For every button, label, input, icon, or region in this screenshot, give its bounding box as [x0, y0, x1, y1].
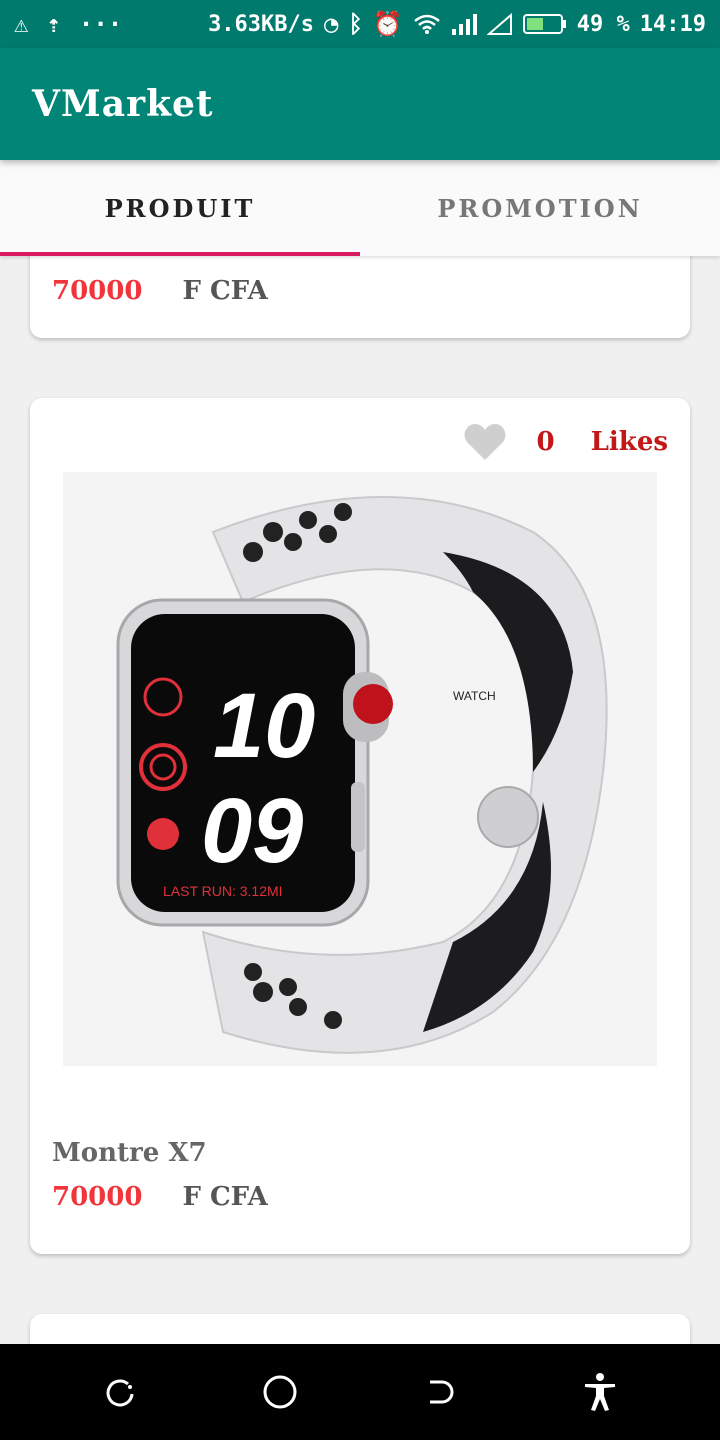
recent-apps-icon: [106, 1379, 134, 1407]
recent-apps-button[interactable]: [98, 1370, 142, 1414]
upload-icon: ⇡: [46, 10, 61, 38]
watch-minute-text: 09: [201, 780, 303, 882]
status-left-icons: ⚠ ⇡ ···: [14, 12, 122, 36]
likes-row: 0 Likes: [463, 422, 668, 462]
price-currency: F CFA: [182, 276, 268, 306]
signal-bars-icon: [451, 14, 477, 35]
battery-icon: [522, 14, 566, 34]
price-currency: F CFA: [182, 1182, 268, 1212]
tab-indicator: [0, 252, 360, 256]
tab-bar: PRODUIT PROMOTION: [0, 160, 720, 256]
product-card[interactable]: [30, 1314, 690, 1344]
watch-caption-text: LAST RUN: 3.12MI: [163, 883, 283, 899]
battery-percent: 49 %: [576, 11, 630, 37]
watch-illustration: WATCH 10 09 LAST RUN: 3.12MI: [116, 496, 608, 1054]
home-button[interactable]: [258, 1370, 302, 1414]
strap-brand-text: WATCH: [453, 689, 496, 703]
product-image[interactable]: WATCH 10 09 LAST RUN: 3.12MI: [63, 472, 657, 1066]
price-value: 70000: [52, 1182, 143, 1212]
back-icon: [430, 1380, 454, 1404]
price-value: 70000: [52, 276, 143, 306]
app-title: VMarket: [32, 83, 214, 125]
network-speed: 3.63KB/s: [208, 11, 315, 37]
likes-label: Likes: [590, 427, 668, 457]
status-bar: ⚠ ⇡ ··· 3.63KB/s ◔ ᛒ ⏰ 49 % 14:19: [0, 0, 720, 48]
product-name: Montre X7: [52, 1138, 207, 1168]
accessibility-icon: [585, 1373, 615, 1411]
bluetooth-icon: ᛒ: [348, 10, 363, 38]
tab-produit[interactable]: PRODUIT: [0, 160, 360, 256]
product-list[interactable]: 70000 F CFA 0 Likes WATCH 10 09 LAST RUN…: [0, 256, 720, 1344]
tab-label: PROMOTION: [437, 193, 643, 223]
wifi-icon: [413, 14, 440, 34]
clock: 14:19: [639, 11, 706, 37]
home-icon: [263, 1375, 297, 1409]
signal-empty-icon: [486, 13, 512, 35]
warning-triangle-icon: ⚠: [14, 10, 29, 38]
price-row: 70000 F CFA: [52, 1182, 268, 1212]
tab-label: PRODUIT: [104, 193, 256, 223]
status-right: 3.63KB/s ◔ ᛒ ⏰ 49 % 14:19: [208, 12, 706, 37]
alarm-icon: ⏰: [372, 10, 403, 38]
app-bar: VMarket: [0, 48, 720, 160]
watch-hour-text: 10: [213, 675, 315, 777]
accessibility-button[interactable]: [578, 1370, 622, 1414]
tab-promotion[interactable]: PROMOTION: [360, 160, 720, 256]
back-button[interactable]: [418, 1370, 462, 1414]
more-icon: ···: [78, 10, 123, 38]
heart-icon[interactable]: [463, 422, 507, 462]
data-saver-icon: ◔: [324, 10, 339, 38]
product-card[interactable]: 0 Likes WATCH 10 09 LAST RUN: 3.12MI Mon…: [30, 398, 690, 1254]
product-card[interactable]: 70000 F CFA: [30, 256, 690, 338]
price-row: 70000 F CFA: [52, 276, 268, 306]
navigation-bar: [0, 1344, 720, 1440]
likes-count: 0: [536, 427, 555, 457]
